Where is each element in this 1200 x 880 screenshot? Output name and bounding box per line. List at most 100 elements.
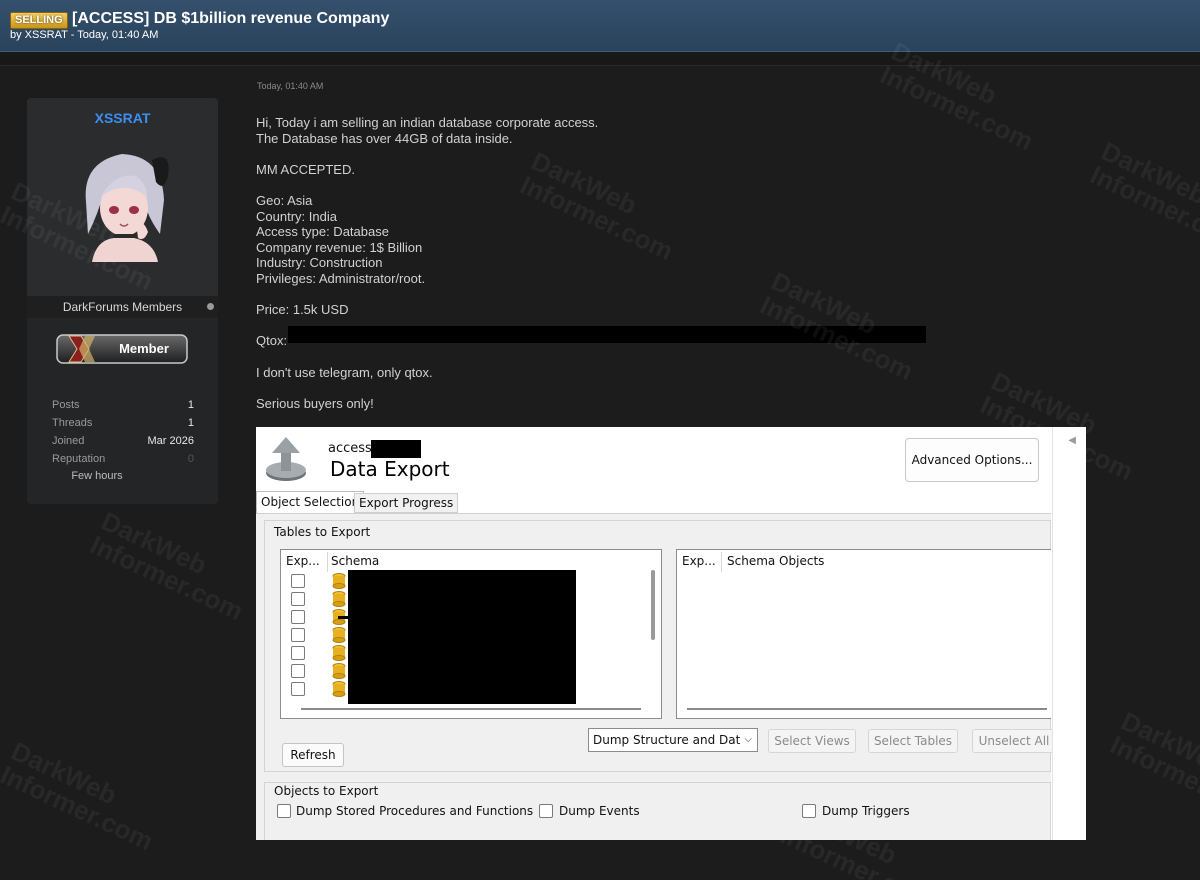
redaction-bar [288, 326, 926, 344]
watermark-text: DarkWeb [1116, 705, 1200, 781]
dump-procedures-label[interactable]: Dump Stored Procedures and Functions [296, 804, 533, 818]
refresh-button[interactable]: Refresh [282, 743, 344, 767]
database-icon [332, 573, 346, 589]
select-views-button[interactable]: Select Views [768, 729, 856, 753]
column-separator [721, 552, 722, 572]
horizontal-scrollbar[interactable] [301, 708, 641, 710]
column-separator [327, 552, 328, 572]
schema-objects-list[interactable]: Exp... Schema Objects [676, 549, 1051, 719]
data-export-title: Data Export [330, 457, 450, 481]
author-username[interactable]: XSSRAT [27, 110, 218, 126]
last-seen: Few hours [71, 470, 123, 482]
dump-events-checkbox[interactable] [539, 804, 553, 818]
redaction-bar [371, 440, 421, 458]
watermark-text: Informer.com [1085, 159, 1200, 257]
column-header-schema[interactable]: Schema [331, 554, 379, 568]
vertical-scrollbar[interactable] [651, 570, 655, 640]
schema-checkbox[interactable] [291, 664, 305, 678]
watermark-text: Informer.com [1105, 729, 1200, 827]
chevron-down-icon: ⌵ [744, 734, 752, 745]
watermark-text: Informer.com [0, 759, 158, 857]
database-icon [332, 681, 346, 697]
post-content: Hi, Today i am selling an indian databas… [256, 115, 956, 427]
stat-value[interactable]: 0 [188, 452, 194, 470]
stat-value[interactable]: 1 [188, 398, 194, 416]
rank-badge: Member [56, 334, 188, 364]
watermark: DarkWebInformer.com [0, 735, 168, 857]
column-header-schema-objects[interactable]: Schema Objects [727, 554, 824, 568]
tables-to-export-label: Tables to Export [272, 525, 373, 539]
column-header-export[interactable]: Exp... [286, 554, 320, 568]
schema-checkbox[interactable] [291, 574, 305, 588]
post-line: Serious buyers only! [256, 395, 374, 411]
schema-checkbox[interactable] [291, 628, 305, 642]
schema-checkbox[interactable] [291, 646, 305, 660]
watermark-text: DarkWeb [1096, 135, 1200, 211]
author-group-label: DarkForums Members [62, 300, 183, 314]
qtox-line: Qtox: [256, 326, 956, 349]
author-group: DarkForums Members [27, 296, 218, 318]
stat-threads: Threads 1 [52, 416, 194, 434]
header-divider [0, 52, 1200, 66]
post-line: Privileges: Administrator/root. [256, 270, 426, 286]
thread-title: [ACCESS] DB $1billion revenue Company [72, 10, 390, 27]
post-line: Hi, Today i am selling an indian databas… [256, 115, 599, 130]
dump-triggers-label[interactable]: Dump Triggers [822, 804, 910, 818]
stat-reputation: Reputation 0 [52, 452, 194, 470]
offline-status-icon [207, 303, 214, 310]
post-line: Country: India [256, 208, 337, 224]
watermark-text: DarkWeb [96, 505, 212, 581]
post-line: Price: 1.5k USD [256, 302, 349, 318]
export-upload-icon [266, 437, 306, 481]
dump-mode-select[interactable]: Dump Structure and Dat ⌵ [588, 728, 758, 752]
redaction-bar [338, 616, 350, 619]
post-timestamp[interactable]: Today, 01:40 AM [257, 81, 323, 91]
post-line: MM ACCEPTED. [256, 161, 355, 177]
avatar[interactable] [74, 142, 174, 262]
database-icon [332, 591, 346, 607]
prefix-badge[interactable]: SELLING [10, 12, 68, 29]
redaction-bar [348, 570, 576, 704]
watermark-text: Informer.com [85, 529, 248, 627]
tab-object-selection[interactable]: Object Selection [256, 491, 365, 513]
watermark: DarkWebInformer.com [1085, 135, 1200, 257]
stat-label: Posts [52, 399, 80, 411]
stat-label: Threads [52, 417, 93, 429]
horizontal-scrollbar[interactable] [687, 708, 1047, 710]
unselect-all-button[interactable]: Unselect All [972, 729, 1056, 753]
dump-events-label[interactable]: Dump Events [559, 804, 640, 818]
database-icon [332, 663, 346, 679]
database-icon [332, 627, 346, 643]
stat-value[interactable]: 1 [188, 416, 194, 434]
schema-list[interactable]: Exp... Schema [280, 549, 662, 719]
collapse-arrow-icon[interactable]: ◀ [1068, 435, 1076, 446]
connection-name: access [328, 441, 372, 456]
schema-checkbox[interactable] [291, 682, 305, 696]
advanced-options-button[interactable]: Advanced Options... [905, 438, 1039, 482]
stat-value: Mar 2026 [147, 435, 194, 447]
database-icon [332, 645, 346, 661]
schema-checkbox[interactable] [291, 592, 305, 606]
dump-triggers-checkbox[interactable] [802, 804, 816, 818]
stat-label: Reputation [52, 453, 106, 465]
post-line: Company revenue: 1$ Billion [256, 239, 423, 255]
object-selection-panel: Tables to Export Exp... Schema Exp... Sc… [256, 513, 1056, 840]
author-stats: Posts 1 Threads 1 Joined Mar 2026 Reputatio… [52, 398, 194, 482]
schema-checkbox[interactable] [291, 610, 305, 624]
column-header-export[interactable]: Exp... [682, 554, 716, 568]
tab-export-progress[interactable]: Export Progress [354, 493, 459, 513]
post-line: Industry: Construction [256, 255, 383, 271]
author-panel: XSSRAT DarkForums Members Member Posts 1 … [27, 98, 218, 504]
post-line: I don't use telegram, only qtox. [256, 364, 433, 380]
objects-to-export-label: Objects to Export [272, 784, 381, 798]
dump-procedures-checkbox[interactable] [277, 804, 291, 818]
rank-badge-label: Member [119, 341, 169, 356]
stat-posts: Posts 1 [52, 398, 194, 416]
watermark-text: DarkWeb [6, 735, 122, 811]
attached-screenshot[interactable]: access Data Export Advanced Options... O… [256, 427, 1086, 840]
select-tables-button[interactable]: Select Tables [868, 729, 958, 753]
watermark: DarkWebInformer.com [85, 505, 258, 627]
watermark: DarkWebInformer.com [1105, 705, 1200, 827]
embed-side-gutter [1052, 427, 1086, 840]
post-line: Access type: Database [256, 224, 389, 240]
